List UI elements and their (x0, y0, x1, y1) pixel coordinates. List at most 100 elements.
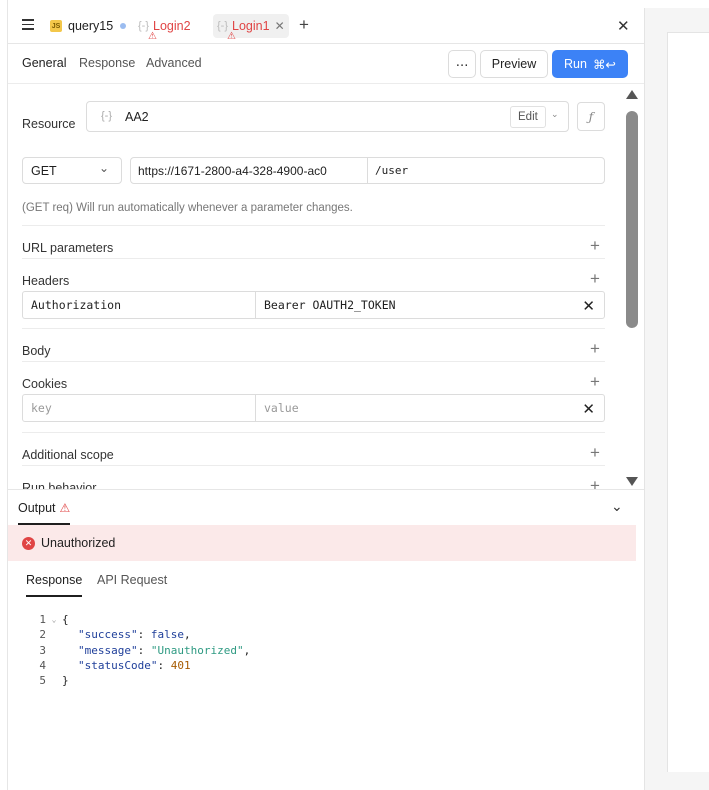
code-line: 1 ⌄{ (24, 612, 624, 627)
code-line: 3 "message": "Unauthorized", (24, 643, 624, 658)
tab-response[interactable]: Response (79, 56, 135, 70)
close-tab-icon[interactable]: ✕ (275, 19, 285, 33)
add-header-icon[interactable]: + (590, 269, 600, 289)
run-behavior-label: Run behavior (22, 481, 97, 489)
remove-cookie-icon[interactable]: ✕ (582, 400, 595, 418)
tab-login1[interactable]: {-} ⚠ Login1 ✕ (213, 14, 289, 42)
resource-select[interactable]: {-} AA2 Edit ⌄ (86, 101, 569, 132)
tab-label: Login2 (153, 19, 191, 33)
chevron-down-icon[interactable]: ⌄ (551, 109, 559, 120)
divider (22, 465, 605, 466)
add-body-icon[interactable]: + (590, 339, 600, 359)
function-icon[interactable]: ƒ (577, 102, 605, 131)
add-tab-icon[interactable]: + (299, 15, 309, 35)
expand-run-behavior-icon[interactable]: + (590, 476, 600, 489)
code-token: 401 (170, 658, 191, 672)
warning-icon: ⚠ (59, 501, 71, 515)
divider (22, 258, 605, 259)
request-form: Resource {-} AA2 Edit ⌄ ƒ GET ⌄ https://… (8, 85, 620, 489)
run-label: Run (564, 57, 587, 71)
code-content: "success": false, (62, 627, 191, 642)
response-code-viewer: 1 ⌄{2 "success": false, 3 "message": "Unauth… (24, 612, 624, 688)
scroll-down-icon[interactable] (626, 477, 638, 486)
scroll-up-icon[interactable] (626, 90, 638, 99)
canvas-card (667, 32, 709, 772)
path-input[interactable]: /user (368, 158, 604, 183)
code-line: 2 "success": false, (24, 627, 624, 642)
code-token: "success" (78, 628, 138, 642)
cookie-key-input[interactable]: key (23, 395, 256, 421)
url-field[interactable]: https://1671-2800-a4-328-4900-ac0 /user (130, 157, 605, 184)
line-number: 3 (39, 643, 46, 657)
resource-label: Resource (22, 117, 76, 131)
tab-label: query15 (68, 19, 114, 33)
query-tabs-bar: JS query15 {-} ⚠ Login2 {-} ⚠ Login1 ✕ + ✕ (8, 8, 644, 44)
warning-icon: ⚠ (227, 31, 236, 42)
close-panel-icon[interactable]: ✕ (617, 17, 630, 35)
tab-general[interactable]: General (22, 56, 66, 70)
output-header: Output ⚠ ⌄ (8, 489, 644, 525)
auto-run-hint: (GET req) Will run automatically wheneve… (22, 202, 353, 214)
code-content: } (62, 673, 69, 688)
code-content: "statusCode": 401 (62, 658, 191, 673)
error-icon: ✕ (22, 536, 35, 550)
output-tabs: Response API Request (8, 568, 644, 600)
line-number: 5 (39, 674, 46, 688)
run-button[interactable]: Run ⌘↩ (552, 50, 628, 78)
code-token: : (137, 643, 151, 657)
code-token: } (62, 674, 69, 688)
code-token: "statusCode" (78, 658, 158, 672)
fold-gutter (46, 673, 62, 688)
unsaved-dot-icon (120, 23, 127, 29)
fold-gutter (46, 643, 62, 658)
additional-scope-label: Additional scope (22, 448, 114, 462)
more-options-button[interactable]: ⋯ (448, 50, 476, 78)
divider (22, 328, 605, 329)
cookie-value-input[interactable]: value (256, 395, 604, 421)
code-token: , (183, 628, 191, 642)
code-line: 5} (24, 673, 624, 688)
query-icon: {-} ⚠ (217, 20, 236, 42)
chevron-down-icon: ⌄ (99, 161, 110, 175)
tab-login2[interactable]: {-} ⚠ Login2 (138, 14, 191, 42)
js-icon: JS (50, 20, 62, 32)
code-token: : (157, 658, 171, 672)
method-select[interactable]: GET ⌄ (22, 157, 122, 184)
preview-button[interactable]: Preview (480, 50, 548, 78)
scroll-thumb[interactable] (626, 111, 638, 328)
code-token: { (62, 613, 69, 626)
divider (22, 225, 605, 226)
left-gutter (0, 0, 8, 790)
line-number: 4 (39, 658, 46, 672)
add-url-param-icon[interactable]: + (590, 236, 600, 256)
form-scrollbar[interactable] (624, 90, 640, 486)
collapse-output-icon[interactable]: ⌄ (611, 498, 623, 515)
add-cookie-icon[interactable]: + (590, 372, 600, 392)
headers-label: Headers (22, 274, 70, 288)
tab-advanced[interactable]: Advanced (146, 56, 202, 70)
base-url-input[interactable]: https://1671-2800-a4-328-4900-ac0 (131, 158, 368, 183)
code-token: "Unauthorized" (150, 643, 244, 657)
tab-api-request[interactable]: API Request (97, 573, 167, 595)
menu-icon[interactable] (22, 19, 34, 30)
output-tab[interactable]: Output ⚠ (18, 501, 71, 525)
divider (22, 361, 605, 362)
header-key-input[interactable]: Authorization (23, 292, 256, 318)
resource-edit-button[interactable]: Edit (510, 106, 546, 128)
header-value-input[interactable]: Bearer OAUTH2_TOKEN (256, 292, 604, 318)
tab-label: Login1 (232, 19, 270, 33)
tab-response-output[interactable]: Response (26, 573, 83, 597)
query-icon: {-} (101, 110, 113, 122)
url-params-label: URL parameters (22, 241, 114, 255)
code-content: { (62, 612, 69, 627)
cookies-label: Cookies (22, 377, 68, 391)
remove-header-icon[interactable]: ✕ (582, 297, 595, 315)
code-line: 4 "statusCode": 401 (24, 658, 624, 673)
divider (22, 432, 605, 433)
tab-query15[interactable]: JS query15 (50, 14, 127, 38)
add-scope-icon[interactable]: + (590, 443, 600, 463)
editor-subtabs: General Response Advanced ⋯ Preview Run … (8, 44, 644, 84)
error-message: Unauthorized (41, 536, 116, 550)
fold-chevron-icon[interactable]: ⌄ (46, 612, 62, 627)
header-row: Authorization Bearer OAUTH2_TOKEN ✕ (22, 291, 605, 319)
